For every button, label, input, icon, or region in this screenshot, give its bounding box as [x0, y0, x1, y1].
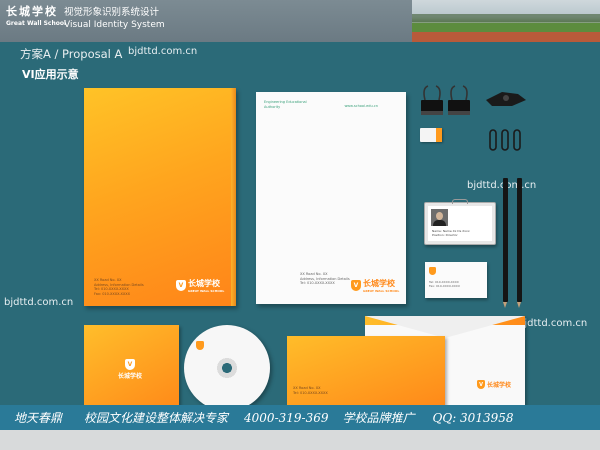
pencil: [503, 178, 508, 308]
shield-icon: V: [351, 280, 361, 291]
shield-icon: V: [125, 359, 135, 370]
shield-icon: [196, 341, 204, 350]
binder-clip-icon: [421, 85, 443, 115]
footer-banner: 地天春鼎 校园文化建设整体解决专家 4000-319-369 学校品牌推广 QQ…: [0, 405, 600, 430]
letterhead: Engineering Educational Authority www.sc…: [256, 92, 406, 304]
brand-name-zh: 长城学校: [6, 5, 58, 18]
system-title-zh: 视觉形象识别系统设计: [64, 7, 160, 18]
shield-icon: V: [477, 380, 485, 389]
envelope-address: XX Road No. XX Tel: 010-XXXX-XXXX: [293, 386, 328, 395]
system-title-en: Visual Identity System: [64, 20, 165, 30]
cd-sleeve: V 长城学校: [84, 325, 179, 405]
brand-name-en: Great Wall School: [6, 20, 67, 27]
school-logo: V 长城学校 GREAT WALL SCHOOL: [351, 278, 399, 293]
watermark: bjdttd.com.cn: [518, 318, 588, 329]
business-card: Tel: 010-XXXX-XXXX Fax: 010-XXXX-XXXX: [425, 262, 487, 298]
school-logo: V 长城学校: [477, 380, 511, 389]
id-card: Name: Name Xx Ds Xxxx Position: Director: [424, 199, 496, 245]
shield-icon: V: [176, 280, 186, 291]
presentation-folder: XX Road No. XX Address, Information Deta…: [84, 88, 236, 306]
watermark: bjdttd.com.cn: [128, 46, 198, 57]
letterhead-address: XX Road No. XX Address, Information Deta…: [300, 272, 350, 285]
section-title: VI应用示意: [22, 68, 79, 81]
eraser: [420, 128, 442, 142]
folder-address: XX Road No. XX Address, Information Deta…: [94, 278, 144, 296]
school-logo: V 长城学校 GREAT WALL SCHOOL: [176, 278, 224, 293]
binder-clip-icon: [448, 85, 470, 115]
footer-service: 学校品牌推广: [342, 411, 415, 425]
brand: 长城学校 Great Wall School: [6, 3, 66, 27]
id-card-info: Name: Name Xx Ds Xxxx Position: Director: [432, 229, 470, 237]
footer-slogan: 校园文化建设整体解决专家: [84, 411, 229, 425]
cd-disc: [184, 325, 270, 411]
watermark: bjdttd.com.cn: [467, 180, 537, 191]
orange-envelope: XX Road No. XX Tel: 010-XXXX-XXXX: [287, 336, 445, 406]
watermark: bjdttd.com.cn: [4, 297, 74, 308]
header-bar: 长城学校 Great Wall School 视觉形象识别系统设计 Visual…: [0, 0, 600, 42]
school-logo: [196, 341, 204, 350]
sharpener-icon: [486, 92, 526, 106]
proposal-label: 方案A / Proposal A: [20, 47, 123, 61]
bottom-strip: [0, 430, 600, 450]
system-title: 视觉形象识别系统设计 Visual Identity System: [64, 4, 165, 30]
footer-qq: QQ: 3013958: [432, 410, 514, 425]
school-logo: V 长城学校: [118, 359, 143, 380]
paper-clip-icon: [489, 129, 521, 151]
shield-icon: [429, 267, 436, 275]
campus-photo: [412, 0, 600, 42]
id-photo: [431, 209, 448, 226]
footer-phone: 4000-319-369: [244, 410, 329, 425]
pencil: [517, 178, 522, 308]
letterhead-org: Engineering Educational Authority: [264, 100, 307, 109]
footer-company: 地天春鼎: [14, 411, 63, 425]
letterhead-url: www.school.edu.cn: [344, 104, 378, 108]
